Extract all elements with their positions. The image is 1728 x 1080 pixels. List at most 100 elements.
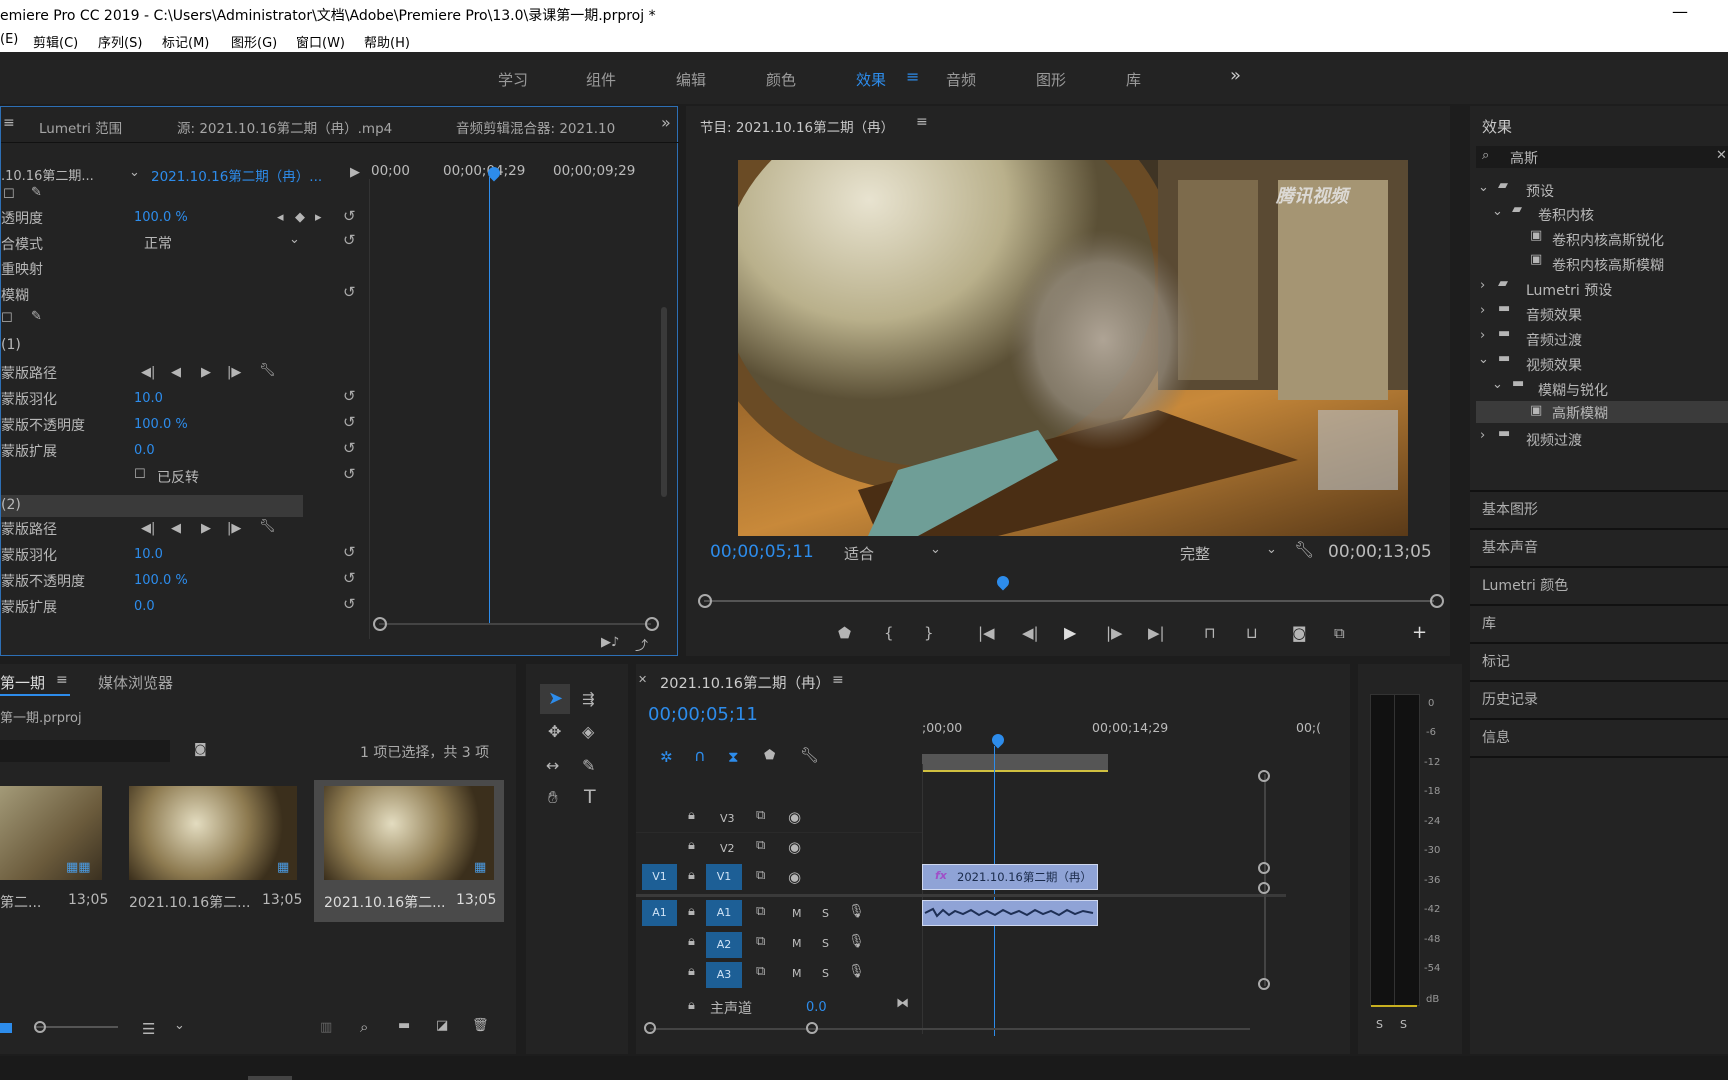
tree-item-video-transitions[interactable]: 视频过渡 [1526,430,1582,450]
lock-icon[interactable]: 🔒︎ [688,904,695,919]
track-forward-icon[interactable]: |▶ [227,365,241,380]
lift-icon[interactable]: ⊓ [1204,624,1216,642]
track-select-icon[interactable]: ⇶ [582,690,595,708]
track-target-a1[interactable]: A1 [706,900,742,926]
blend-mode-dropdown[interactable]: 正常 ⌄ [134,232,306,252]
tree-item-convolution-sharpen[interactable]: 卷积内核高斯锐化 [1552,230,1664,250]
snap-icon[interactable]: ∩ [694,746,706,765]
add-marker-icon[interactable]: ⬟ [764,748,775,763]
panel-libraries[interactable]: 库 [1482,613,1496,633]
eye-icon[interactable]: ◉ [788,838,801,856]
razor-icon[interactable]: ◈ [582,722,594,741]
chevron-down-icon[interactable]: ⌄ [1478,352,1489,367]
prev-keyframe-icon[interactable]: ◂ [277,210,284,225]
eye-icon[interactable]: ◉ [788,808,801,826]
project-search-input[interactable] [0,740,170,762]
workspace-learn[interactable]: 学习 [498,69,528,90]
effects-search-input[interactable]: ⌕ 高斯 ✕ [1476,146,1728,168]
close-icon[interactable]: ✕ [638,673,647,686]
track-target-v1[interactable]: V1 [706,864,742,890]
sequence-tab[interactable]: 2021.10.16第二期（冉） [660,672,830,693]
comparison-view-icon[interactable]: ⧉ [1334,624,1345,642]
timeline-playhead[interactable] [989,731,1007,749]
linked-selection-icon[interactable]: ⧗ [728,748,739,766]
ec-ruler[interactable]: 00;00 00;00;04;29 00;00;09;29 [371,155,666,185]
workspace-editing[interactable]: 编辑 [676,69,706,90]
reset-icon[interactable]: ↺ [343,595,356,613]
panel-menu-icon[interactable]: ≡ [832,672,844,688]
track-backward-icon[interactable]: ◀| [141,521,155,536]
microphone-icon[interactable]: 🎙︎ [848,934,865,949]
tree-item-audio-effects[interactable]: 音频效果 [1526,305,1582,325]
chevron-down-icon[interactable]: ⌄ [174,1018,185,1033]
video-audio-divider[interactable] [636,894,1286,897]
play-icon[interactable]: ▶ [1064,623,1076,642]
icon-view-button[interactable] [0,1023,12,1033]
pen-icon[interactable]: ✎ [31,309,42,324]
track-forward-icon[interactable]: |▶ [227,521,241,536]
step-forward-icon[interactable]: ▶ [201,365,211,380]
chevron-right-icon[interactable]: › [1480,428,1485,443]
tree-item-presets[interactable]: 预设 [1526,181,1554,201]
wrench-icon[interactable]: 🔧︎ [800,746,819,764]
mask-expansion-value[interactable]: 0.0 [134,443,155,458]
work-area-bar[interactable] [922,754,1108,772]
program-timecode[interactable]: 00;00;05;11 [710,542,814,562]
reset-icon[interactable]: ↺ [343,387,356,405]
mask-feather-value[interactable]: 10.0 [134,547,163,562]
solo-button[interactable]: S [822,937,829,950]
mask-opacity-value[interactable]: 100.0 % [134,573,188,588]
mute-button[interactable]: M [792,937,802,950]
reset-icon[interactable]: ↺ [343,231,356,249]
go-to-in-icon[interactable]: |◀ [978,624,995,642]
tab-source[interactable]: 源: 2021.10.16第二期（冉）.mp4 [177,117,392,137]
microphone-icon[interactable]: 🎙︎ [848,964,865,979]
zoom-slider[interactable] [34,1026,118,1028]
panel-essential-graphics[interactable]: 基本图形 [1482,499,1538,519]
ellipse-mask-icon[interactable]: ☐ [3,187,15,202]
go-to-out-icon[interactable]: ▶| [1148,624,1165,642]
audio-clip[interactable] [922,900,1098,926]
scrubber-start-handle[interactable] [698,594,712,608]
tree-item-blur-sharpen[interactable]: 模糊与锐化 [1538,380,1608,400]
ec-zoom-handle[interactable] [373,617,387,631]
timeline-timecode[interactable]: 00;00;05;11 [648,704,758,725]
track-target-a2[interactable]: A2 [706,932,742,958]
type-icon[interactable]: T [584,786,596,808]
panel-menu-icon[interactable]: ≡ [3,115,15,131]
lock-icon[interactable]: 🔒︎ [688,808,695,823]
chevron-down-icon[interactable]: ⌄ [1492,377,1503,392]
automate-to-sequence-icon[interactable]: ▥ [320,1020,332,1035]
track-target-a3[interactable]: A3 [706,962,742,988]
reset-icon[interactable]: ↺ [343,207,356,225]
ripple-edit-icon[interactable]: ✥ [548,722,561,741]
workspace-color[interactable]: 颜色 [766,69,796,90]
menu-window[interactable]: 窗口(W) [296,32,345,51]
step-back-icon[interactable]: ◀ [171,521,181,536]
minimize-button[interactable]: — [1672,2,1688,21]
vertical-scrollbar[interactable] [1264,774,1266,986]
lock-icon[interactable]: 🔒︎ [688,868,695,883]
workspace-menu-icon[interactable]: ≡ [906,67,919,86]
tree-item-convolution-blur[interactable]: 卷积内核高斯模糊 [1552,255,1664,275]
tree-item-convolution[interactable]: 卷积内核 [1538,205,1594,225]
solo-left-button[interactable]: S [1376,1018,1383,1031]
sort-icon[interactable]: ☰ [142,1020,155,1038]
ec-zoom-bar[interactable] [379,623,651,625]
sequence-clip-label[interactable]: 2021.10.16第二期（冉）... [151,165,322,185]
lock-icon[interactable]: 🔒︎ [688,964,695,979]
scroll-handle[interactable] [1258,882,1270,894]
close-icon[interactable]: ✕ [1716,148,1727,163]
mask-1-label[interactable]: (1) [1,337,21,353]
menu-graphics[interactable]: 图形(G) [231,32,277,51]
program-playhead[interactable] [994,573,1012,591]
track-label-v3[interactable]: V3 [720,812,735,825]
track-backward-icon[interactable]: ◀| [141,365,155,380]
next-keyframe-icon[interactable]: ▸ [315,210,322,225]
nest-icon[interactable]: ✲ [660,748,673,766]
wrench-icon[interactable]: 🔧︎ [259,519,276,534]
reset-icon[interactable]: ↺ [343,439,356,457]
panel-lumetri-color[interactable]: Lumetri 颜色 [1482,575,1568,595]
project-item[interactable]: ▦▦ 第二... 13;05 [0,780,110,911]
new-bin-icon[interactable]: ▬ [398,1018,410,1033]
